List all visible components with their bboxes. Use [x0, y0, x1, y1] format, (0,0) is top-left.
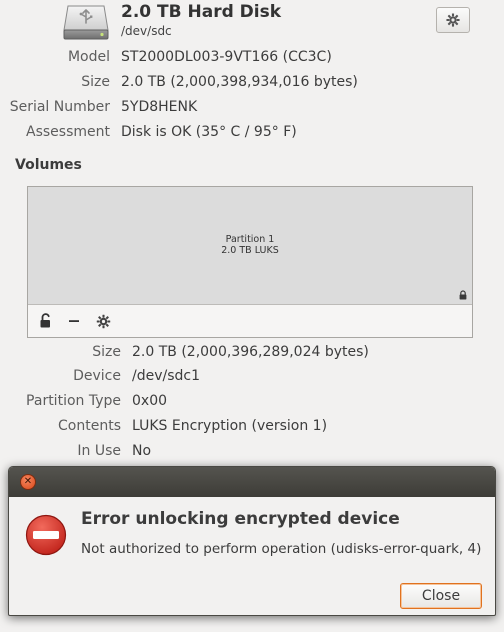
- lock-icon: [459, 290, 467, 300]
- disk-assessment-row: Assessment Disk is OK (35° C / 95° F): [0, 122, 504, 142]
- disk-model-row: Model ST2000DL003-9VT166 (CC3C): [0, 47, 504, 67]
- dialog-message: Not authorized to perform operation (udi…: [81, 541, 482, 557]
- partition-block[interactable]: Partition 1 2.0 TB LUKS: [28, 187, 472, 305]
- volume-toolbar: [28, 305, 472, 337]
- gear-icon: [96, 314, 110, 328]
- disk-serial-row: Serial Number 5YD8HENK: [0, 97, 504, 117]
- volume-device-value: /dev/sdc1: [132, 368, 201, 384]
- disk-size-label: Size: [81, 74, 110, 90]
- disk-device-path: /dev/sdc: [121, 24, 172, 38]
- dialog-title: Error unlocking encrypted device: [81, 509, 400, 529]
- volume-partition-type-value: 0x00: [132, 393, 168, 409]
- volume-contents-row: Contents LUKS Encryption (version 1): [0, 416, 504, 436]
- disk-title: 2.0 TB Hard Disk: [121, 2, 282, 22]
- close-icon[interactable]: ✕: [20, 474, 36, 490]
- volume-size-value: 2.0 TB (2,000,396,289,024 bytes): [132, 344, 369, 360]
- volume-contents-label: Contents: [58, 418, 121, 434]
- close-button[interactable]: Close: [400, 583, 482, 609]
- volume-size-label: Size: [92, 344, 121, 360]
- disk-serial-value: 5YD8HENK: [121, 99, 198, 115]
- disk-size-row: Size 2.0 TB (2,000,398,934,016 bytes): [0, 72, 504, 92]
- volume-size-row: Size 2.0 TB (2,000,396,289,024 bytes): [0, 342, 504, 362]
- disk-assessment-label: Assessment: [26, 124, 110, 140]
- gear-icon: [446, 13, 460, 27]
- dialog-titlebar: ✕: [9, 467, 495, 497]
- volume-partition-type-row: Partition Type 0x00: [0, 391, 504, 411]
- unlock-button[interactable]: [35, 311, 57, 331]
- delete-partition-button[interactable]: [63, 311, 85, 331]
- volume-map: Partition 1 2.0 TB LUKS: [27, 186, 473, 338]
- disk-model-value: ST2000DL003-9VT166 (CC3C): [121, 49, 332, 65]
- volume-in-use-value: No: [132, 443, 152, 459]
- disk-serial-label: Serial Number: [9, 99, 110, 115]
- minus-icon: [69, 320, 79, 322]
- partition-name: Partition 1: [225, 234, 275, 245]
- error-icon: [25, 514, 67, 556]
- volume-contents-value: LUKS Encryption (version 1): [132, 418, 328, 434]
- drive-settings-button[interactable]: [436, 7, 470, 33]
- partition-size: 2.0 TB LUKS: [221, 245, 279, 256]
- volume-in-use-label: In Use: [77, 443, 121, 459]
- disk-assessment-value: Disk is OK (35° C / 95° F): [121, 124, 297, 140]
- partition-settings-button[interactable]: [92, 311, 114, 331]
- hard-disk-icon: [62, 4, 110, 42]
- unlock-icon: [40, 313, 50, 328]
- error-dialog: ✕ Error unlocking encrypted device Not a…: [8, 466, 496, 616]
- volume-in-use-row: In Use No: [0, 441, 504, 461]
- disk-model-label: Model: [67, 49, 110, 65]
- volumes-heading: Volumes: [15, 157, 82, 173]
- volume-device-row: Device /dev/sdc1: [0, 366, 504, 386]
- volume-device-label: Device: [73, 368, 121, 384]
- disk-size-value: 2.0 TB (2,000,398,934,016 bytes): [121, 74, 358, 90]
- volume-partition-type-label: Partition Type: [26, 393, 121, 409]
